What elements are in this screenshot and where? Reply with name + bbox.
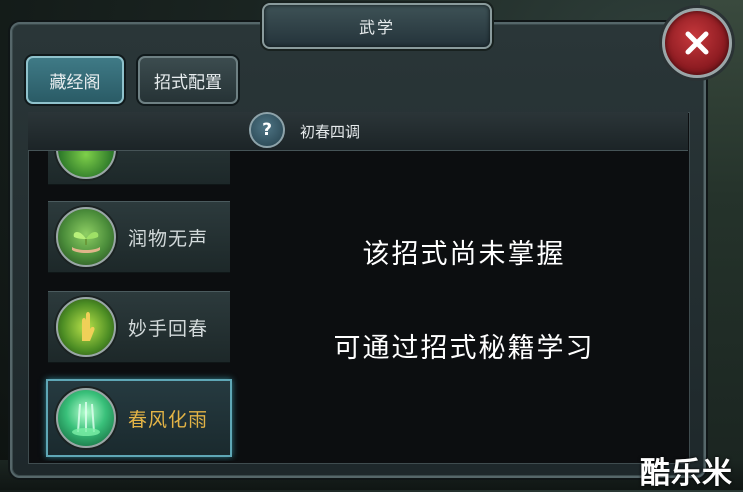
tab-library[interactable]: 藏经阁 xyxy=(26,56,124,104)
green-skill-icon xyxy=(56,151,116,179)
skill-label: 润物无声 xyxy=(128,227,209,250)
tab-move-config[interactable]: 招式配置 xyxy=(138,56,238,104)
list-item-selected[interactable]: 春风化雨 xyxy=(46,379,232,457)
skill-set-title: 初春四调 xyxy=(300,122,361,141)
list-item[interactable]: 润物无声 xyxy=(48,201,230,273)
golden-hand-icon xyxy=(56,297,116,357)
skill-list[interactable]: 润物无声 妙手回春 春风化雨 xyxy=(28,151,240,461)
close-icon xyxy=(685,31,709,55)
skill-label: 妙手回春 xyxy=(128,317,209,340)
dialog-title: 武学 xyxy=(262,3,492,49)
not-learned-message: 该招式尚未掌握 xyxy=(362,239,566,270)
close-button[interactable] xyxy=(662,8,732,78)
watermark: 酷乐米 xyxy=(640,456,733,491)
sprout-hand-icon xyxy=(56,207,116,267)
learn-hint-message: 可通过招式秘籍学习 xyxy=(333,333,595,364)
green-rain-icon xyxy=(56,388,116,448)
skill-label: 春风化雨 xyxy=(128,408,209,431)
list-item[interactable]: 妙手回春 xyxy=(48,291,230,363)
help-button[interactable]: ? xyxy=(249,112,285,148)
list-item[interactable] xyxy=(48,151,230,185)
